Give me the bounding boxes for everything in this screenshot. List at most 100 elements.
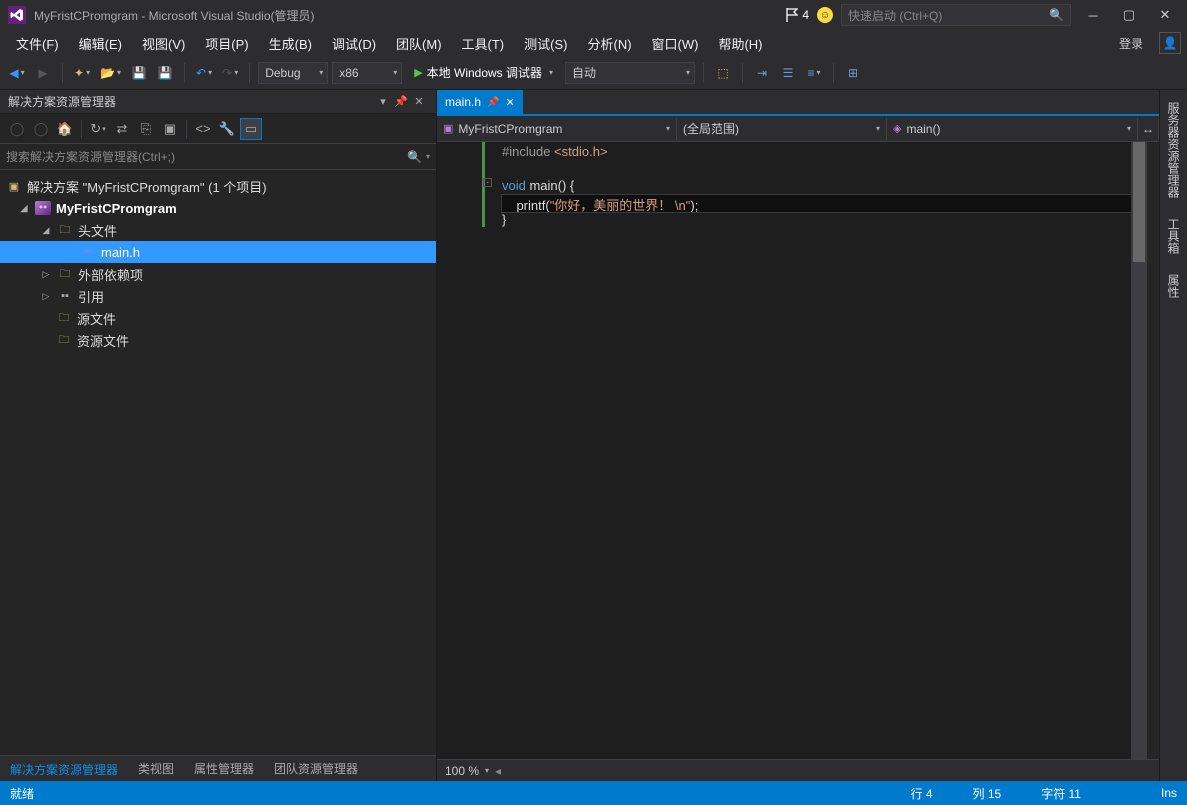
tab-team-explorer[interactable]: 团队资源管理器 xyxy=(264,756,368,781)
undo-button[interactable]: ↶ xyxy=(193,62,215,84)
sources-folder[interactable]: 🗀 源文件 xyxy=(0,307,436,329)
notifications-flag[interactable]: 4 xyxy=(786,8,809,22)
properties-icon[interactable]: 🔧 xyxy=(216,118,238,140)
nav-project-dropdown[interactable]: ▣ MyFristCPromgram▾ xyxy=(437,118,677,140)
headers-folder[interactable]: ◢ 🗀 头文件 xyxy=(0,219,436,241)
redo-button[interactable]: ↷ xyxy=(219,62,241,84)
tab-property-manager[interactable]: 属性管理器 xyxy=(184,756,264,781)
preview-toggle-icon[interactable]: ▭ xyxy=(240,118,262,140)
main-h-file[interactable]: ▫▫ main.h xyxy=(0,241,436,263)
platform-dropdown[interactable]: x86 xyxy=(332,62,402,84)
h-file-icon: ▫▫ xyxy=(80,245,96,259)
menu-debug[interactable]: 调试(D) xyxy=(322,31,386,56)
code-icon[interactable]: <> xyxy=(192,118,214,140)
fold-icon[interactable]: - xyxy=(483,178,492,187)
menu-window[interactable]: 窗口(W) xyxy=(642,31,709,56)
overview-map[interactable] xyxy=(1147,142,1159,759)
project-node[interactable]: ◢ ⁺⁺ MyFristCPromgram xyxy=(0,197,436,219)
tab-server-explorer[interactable]: 服务器资源管理器 xyxy=(1161,94,1186,206)
config-dropdown[interactable]: Debug xyxy=(258,62,328,84)
expand-icon[interactable]: ▷ xyxy=(40,269,52,280)
panel-menu-icon[interactable]: ▾ xyxy=(374,95,392,108)
menu-tools[interactable]: 工具(T) xyxy=(452,31,515,56)
zoom-level[interactable]: 100 % xyxy=(445,764,479,778)
code-editor[interactable]: - #include <stdio.h> void main() { print… xyxy=(437,142,1159,759)
refresh-icon[interactable]: ↻ xyxy=(87,118,109,140)
code-text[interactable]: #include <stdio.h> void main() { printf(… xyxy=(494,142,1131,759)
tool-btn-2[interactable]: ⇥ xyxy=(751,62,773,84)
sync-icon[interactable]: ⇄ xyxy=(111,118,133,140)
resources-folder[interactable]: 🗀 资源文件 xyxy=(0,329,436,351)
menu-analyze[interactable]: 分析(N) xyxy=(577,31,641,56)
start-debug-button[interactable]: ▶ 本地 Windows 调试器▾ xyxy=(406,62,561,84)
fwd-icon[interactable]: ◯ xyxy=(30,118,52,140)
tab-solution[interactable]: 解决方案资源管理器 xyxy=(0,756,128,781)
expand-icon[interactable]: ◢ xyxy=(18,203,30,214)
expand-icon[interactable]: ◢ xyxy=(40,225,52,236)
nav-forward-button[interactable]: ▶ xyxy=(32,62,54,84)
menu-build[interactable]: 生成(B) xyxy=(259,31,322,56)
save-button[interactable]: 💾 xyxy=(128,62,150,84)
pin-icon[interactable]: 📌 xyxy=(392,95,410,108)
new-project-button[interactable]: ✦ xyxy=(71,62,93,84)
editor-tab-main-h[interactable]: main.h 📌 ✕ xyxy=(437,90,523,114)
status-col: 列 15 xyxy=(973,785,1002,802)
menubar: 文件(F) 编辑(E) 视图(V) 项目(P) 生成(B) 调试(D) 团队(M… xyxy=(0,30,1187,56)
tool-btn-3[interactable]: ☰ xyxy=(777,62,799,84)
search-icon: 🔍 xyxy=(407,150,426,164)
menu-help[interactable]: 帮助(H) xyxy=(708,31,772,56)
auto-dropdown[interactable]: 自动 xyxy=(565,62,695,84)
back-icon[interactable]: ◯ xyxy=(6,118,28,140)
tool-btn-5[interactable]: ⊞ xyxy=(842,62,864,84)
open-file-button[interactable]: 📂 xyxy=(97,62,124,84)
pin-icon[interactable]: 📌 xyxy=(487,97,499,108)
vertical-scrollbar[interactable] xyxy=(1131,142,1147,759)
avatar-icon[interactable]: 👤 xyxy=(1159,32,1181,54)
copy-icon[interactable]: ⎘ xyxy=(135,118,157,140)
status-char: 字符 11 xyxy=(1041,785,1081,802)
refs-node[interactable]: ▷ ▪▪ 引用 xyxy=(0,285,436,307)
menu-file[interactable]: 文件(F) xyxy=(6,31,69,56)
project-icon: ⁺⁺ xyxy=(35,201,51,215)
feedback-icon[interactable]: ☺ xyxy=(817,7,833,23)
expand-icon[interactable]: ▷ xyxy=(40,291,52,302)
menu-team[interactable]: 团队(M) xyxy=(386,31,452,56)
right-sidebar: 服务器资源管理器 工具箱 属性 xyxy=(1159,90,1187,781)
tab-toolbox[interactable]: 工具箱 xyxy=(1161,210,1186,262)
solution-node[interactable]: ▣ 解决方案 "MyFristCPromgram" (1 个项目) xyxy=(0,175,436,197)
solution-tree: ▣ 解决方案 "MyFristCPromgram" (1 个项目) ◢ ⁺⁺ M… xyxy=(0,170,436,755)
save-all-button[interactable]: 💾 xyxy=(154,62,176,84)
project-icon: ▣ xyxy=(443,122,453,135)
tab-class-view[interactable]: 类视图 xyxy=(128,756,184,781)
collapse-icon[interactable]: ▣ xyxy=(159,118,181,140)
quick-launch-input[interactable]: 快速启动 (Ctrl+Q) 🔍 xyxy=(841,4,1071,26)
tool-btn-1[interactable]: ⬚ xyxy=(712,62,734,84)
tab-close-icon[interactable]: ✕ xyxy=(505,96,514,109)
folder-icon: 🗀 xyxy=(56,333,72,347)
menu-test[interactable]: 测试(S) xyxy=(514,31,577,56)
close-button[interactable]: ✕ xyxy=(1151,4,1179,26)
nav-back-button[interactable]: ◀ xyxy=(6,62,28,84)
zoom-down-icon[interactable]: ▾ xyxy=(485,766,489,775)
menu-project[interactable]: 项目(P) xyxy=(195,31,258,56)
status-bar: 就绪 行 4 列 15 字符 11 Ins xyxy=(0,781,1187,805)
menu-edit[interactable]: 编辑(E) xyxy=(69,31,132,56)
editor-nav-bar: ▣ MyFristCPromgram▾ (全局范围)▾ ◈ main()▾ ↔ xyxy=(437,116,1159,142)
panel-search-input[interactable]: 搜索解决方案资源管理器(Ctrl+;) 🔍 ▾ xyxy=(0,144,436,170)
menu-view[interactable]: 视图(V) xyxy=(132,31,195,56)
home-icon[interactable]: 🏠 xyxy=(54,118,76,140)
nav-function-dropdown[interactable]: ◈ main()▾ xyxy=(887,118,1138,140)
hscroll-left-icon[interactable]: ◂ xyxy=(495,764,501,778)
nav-split-icon[interactable]: ↔ xyxy=(1138,118,1159,140)
nav-scope-dropdown[interactable]: (全局范围)▾ xyxy=(677,118,887,140)
external-folder[interactable]: ▷ 🗀 外部依赖项 xyxy=(0,263,436,285)
minimize-button[interactable]: ─ xyxy=(1079,4,1107,26)
tab-properties[interactable]: 属性 xyxy=(1161,266,1186,306)
vs-logo-icon xyxy=(8,6,26,24)
solution-icon: ▣ xyxy=(6,179,22,193)
maximize-button[interactable]: ▢ xyxy=(1115,4,1143,26)
panel-close-icon[interactable]: ✕ xyxy=(410,95,428,108)
tool-btn-4[interactable]: ≡ xyxy=(803,62,825,84)
login-button[interactable]: 登录 xyxy=(1109,32,1153,55)
search-icon: 🔍 xyxy=(1049,8,1064,22)
